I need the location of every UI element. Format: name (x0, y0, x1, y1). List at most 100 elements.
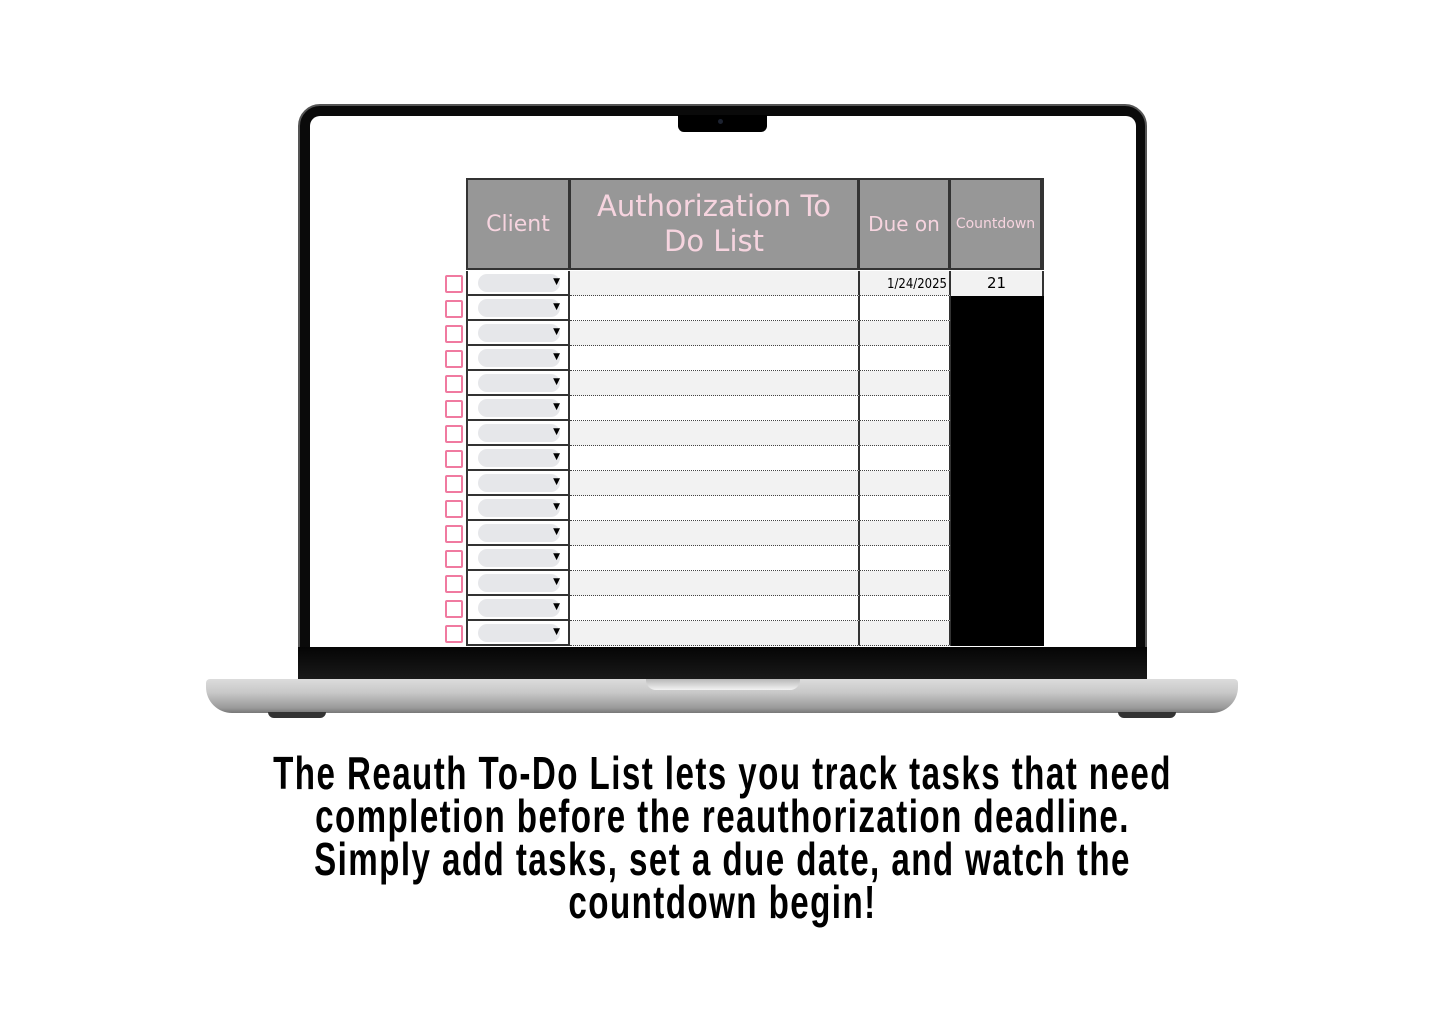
due-date-cell[interactable] (860, 446, 951, 471)
client-dropdown[interactable]: ▼ (466, 446, 570, 471)
task-cell[interactable] (570, 496, 860, 521)
countdown-cell (951, 596, 1044, 621)
client-dropdown[interactable]: ▼ (466, 396, 570, 421)
client-dropdown[interactable]: ▼ (466, 346, 570, 371)
dropdown-pill (478, 574, 560, 592)
laptop-lip (646, 679, 800, 690)
caption: The Reauth To-Do List lets you track tas… (0, 747, 1445, 928)
client-dropdown[interactable]: ▼ (466, 521, 570, 546)
header-due: Due on (860, 180, 948, 268)
todo-table: Client Authorization To Do List Due on C… (445, 178, 1044, 646)
laptop-chin (298, 647, 1147, 680)
due-date-cell[interactable] (860, 421, 951, 446)
dropdown-arrow-icon: ▼ (553, 277, 560, 287)
table-row: ▼ (445, 346, 1044, 371)
task-checkbox[interactable] (445, 275, 463, 293)
dropdown-pill (478, 474, 560, 492)
client-dropdown[interactable]: ▼ (466, 421, 570, 446)
task-checkbox[interactable] (445, 400, 463, 418)
dropdown-pill (478, 424, 560, 442)
task-cell[interactable] (570, 396, 860, 421)
task-checkbox[interactable] (445, 625, 463, 643)
task-checkbox[interactable] (445, 300, 463, 318)
laptop-foot (1118, 712, 1176, 718)
dropdown-arrow-icon: ▼ (553, 577, 560, 587)
table-row: ▼ (445, 621, 1044, 646)
task-checkbox[interactable] (445, 525, 463, 543)
dropdown-arrow-icon: ▼ (553, 402, 560, 412)
caption-line: Simply add tasks, set a due date, and wa… (314, 833, 1131, 885)
countdown-cell (951, 471, 1044, 496)
due-date-cell[interactable] (860, 371, 951, 396)
task-cell[interactable] (570, 471, 860, 496)
client-dropdown[interactable]: ▼ (466, 321, 570, 346)
dropdown-arrow-icon: ▼ (553, 552, 560, 562)
countdown-cell (951, 321, 1044, 346)
due-date-cell[interactable] (860, 396, 951, 421)
due-date-cell[interactable] (860, 621, 951, 646)
client-dropdown[interactable]: ▼ (466, 496, 570, 521)
task-cell[interactable] (570, 596, 860, 621)
countdown-cell (951, 571, 1044, 596)
client-dropdown[interactable]: ▼ (466, 571, 570, 596)
task-cell[interactable] (570, 521, 860, 546)
caption-line: countdown begin! (568, 876, 877, 928)
due-date-cell[interactable] (860, 521, 951, 546)
dropdown-pill (478, 299, 560, 317)
client-dropdown[interactable]: ▼ (466, 471, 570, 496)
task-checkbox[interactable] (445, 550, 463, 568)
client-dropdown[interactable]: ▼ (466, 546, 570, 571)
task-checkbox[interactable] (445, 350, 463, 368)
task-cell[interactable] (570, 346, 860, 371)
task-cell[interactable] (570, 271, 860, 296)
dropdown-pill (478, 399, 560, 417)
task-checkbox[interactable] (445, 600, 463, 618)
countdown-cell (951, 346, 1044, 371)
task-cell[interactable] (570, 371, 860, 396)
due-date-cell[interactable]: 1/24/2025 (860, 271, 951, 296)
task-checkbox[interactable] (445, 325, 463, 343)
task-cell[interactable] (570, 621, 860, 646)
dropdown-arrow-icon: ▼ (553, 452, 560, 462)
due-date-cell[interactable] (860, 321, 951, 346)
dropdown-arrow-icon: ▼ (553, 527, 560, 537)
due-date-cell[interactable] (860, 571, 951, 596)
task-checkbox[interactable] (445, 450, 463, 468)
header-client: Client (468, 180, 568, 268)
table-row: ▼ (445, 446, 1044, 471)
task-cell[interactable] (570, 296, 860, 321)
due-date-cell[interactable] (860, 496, 951, 521)
due-date-cell[interactable] (860, 346, 951, 371)
due-date-cell[interactable] (860, 546, 951, 571)
client-dropdown[interactable]: ▼ (466, 271, 570, 296)
task-checkbox[interactable] (445, 500, 463, 518)
task-cell[interactable] (570, 546, 860, 571)
table-row: ▼ (445, 396, 1044, 421)
dropdown-arrow-icon: ▼ (553, 377, 560, 387)
task-cell[interactable] (570, 421, 860, 446)
task-checkbox[interactable] (445, 575, 463, 593)
task-checkbox[interactable] (445, 475, 463, 493)
table-row: ▼ (445, 521, 1044, 546)
caption-line: The Reauth To-Do List lets you track tas… (273, 747, 1172, 799)
dropdown-pill (478, 274, 560, 292)
client-dropdown[interactable]: ▼ (466, 296, 570, 321)
client-dropdown[interactable]: ▼ (466, 621, 570, 646)
countdown-cell: 21 (951, 271, 1044, 296)
client-dropdown[interactable]: ▼ (466, 596, 570, 621)
task-checkbox[interactable] (445, 425, 463, 443)
table-row: ▼ (445, 546, 1044, 571)
due-date-cell[interactable] (860, 471, 951, 496)
client-dropdown[interactable]: ▼ (466, 371, 570, 396)
due-date-cell[interactable] (860, 596, 951, 621)
task-cell[interactable] (570, 321, 860, 346)
dropdown-pill (478, 499, 560, 517)
task-checkbox[interactable] (445, 375, 463, 393)
countdown-cell (951, 421, 1044, 446)
countdown-cell (951, 496, 1044, 521)
task-cell[interactable] (570, 571, 860, 596)
countdown-cell (951, 621, 1044, 646)
caption-line: completion before the reauthorization de… (315, 790, 1130, 842)
task-cell[interactable] (570, 446, 860, 471)
due-date-cell[interactable] (860, 296, 951, 321)
